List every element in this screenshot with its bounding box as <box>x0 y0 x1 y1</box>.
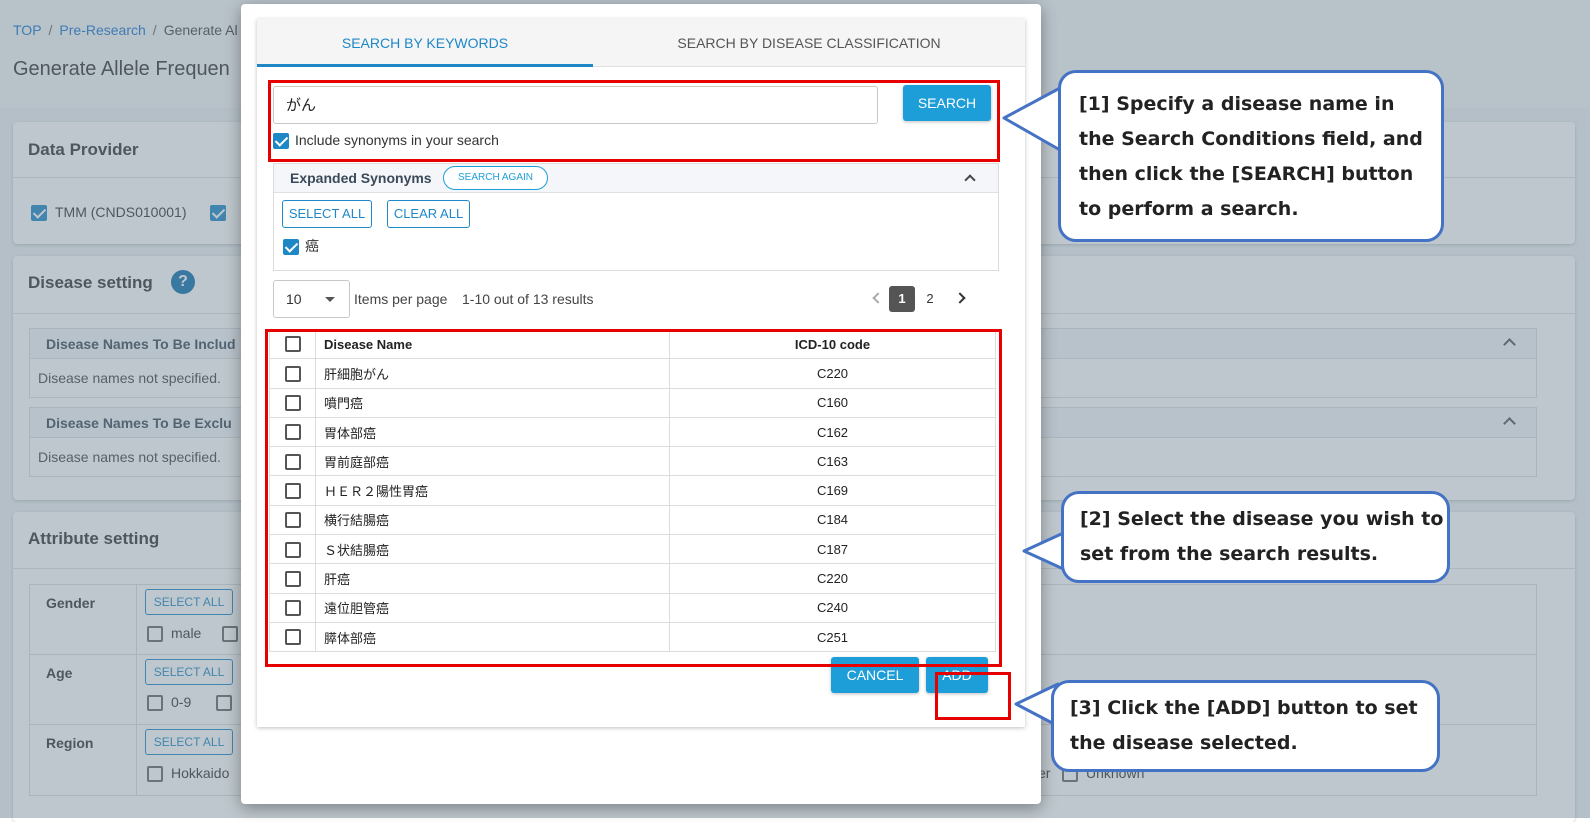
callout-3-line: the disease selected. <box>1070 732 1298 754</box>
checkbox-icon[interactable] <box>284 453 301 470</box>
checkbox-icon[interactable] <box>284 336 301 353</box>
include-synonyms-checkbox[interactable]: Include synonyms in your search <box>273 132 499 150</box>
table-row[interactable]: 胃体部癌 C162 <box>269 416 996 448</box>
checkbox-icon[interactable] <box>284 512 301 529</box>
disease-name-cell: 肝細胞がん <box>315 358 670 389</box>
icd10-code-cell: C184 <box>669 504 996 536</box>
checkbox-icon[interactable] <box>284 365 301 382</box>
row-select-cell[interactable] <box>269 621 316 653</box>
callout-step-3: [3] Click the [ADD] button to set the di… <box>1051 680 1440 772</box>
disease-name-cell: 横行結腸癌 <box>315 504 670 536</box>
disease-name-cell: 胃前庭部癌 <box>315 446 670 477</box>
callout-1-line: [1] Specify a disease name in <box>1079 93 1395 115</box>
synonym-term[interactable]: 癌 <box>283 236 319 256</box>
table-row[interactable]: 遠位胆管癌 C240 <box>269 592 996 623</box>
disease-search-modal: SEARCH BY KEYWORDS SEARCH BY DISEASE CLA… <box>257 19 1025 727</box>
checkbox-checked-icon[interactable] <box>283 239 299 255</box>
results-range-text: 1-10 out of 13 results <box>462 291 594 307</box>
icd10-code-cell: C160 <box>669 387 996 418</box>
checkbox-icon[interactable] <box>284 600 301 617</box>
checkbox-icon[interactable] <box>284 629 301 646</box>
callout-1-line: the Search Conditions field, and <box>1079 128 1423 150</box>
checkbox-checked-icon[interactable] <box>273 133 289 150</box>
icd10-code-cell: C169 <box>669 475 996 506</box>
checkbox-icon[interactable] <box>284 482 301 499</box>
dropdown-arrow-icon <box>325 297 335 302</box>
page-2-button[interactable]: 2 <box>917 286 943 312</box>
select-all-rows-cell[interactable] <box>269 328 316 360</box>
checkbox-icon[interactable] <box>284 424 301 441</box>
row-select-cell[interactable] <box>269 592 316 623</box>
disease-name-cell: 胃体部癌 <box>315 416 670 448</box>
synonyms-clear-all-button[interactable]: CLEAR ALL <box>387 200 470 228</box>
include-synonyms-label: Include synonyms in your search <box>295 132 499 148</box>
table-row[interactable]: ＨＥＲ２陽性胃癌 C169 <box>269 475 996 506</box>
row-select-cell[interactable] <box>269 446 316 477</box>
next-page-icon[interactable] <box>954 292 966 304</box>
active-tab-indicator <box>257 64 593 67</box>
row-select-cell[interactable] <box>269 563 316 594</box>
callout-2-line: [2] Select the disease you wish to <box>1080 508 1444 530</box>
callout-2-line: set from the search results. <box>1080 543 1379 565</box>
page-1-button[interactable]: 1 <box>889 286 915 312</box>
row-select-cell[interactable] <box>269 358 316 389</box>
callout-step-2: [2] Select the disease you wish to set f… <box>1061 491 1450 583</box>
tab-search-by-keywords[interactable]: SEARCH BY KEYWORDS <box>257 19 593 67</box>
callout-1-line: then click the [SEARCH] button <box>1079 163 1414 185</box>
icd10-code-cell: C162 <box>669 416 996 448</box>
checkbox-icon[interactable] <box>284 570 301 587</box>
add-button[interactable]: ADD <box>926 657 988 693</box>
expanded-synonyms-panel: Expanded Synonyms SEARCH AGAIN SELECT AL… <box>273 163 999 271</box>
disease-name-cell: ＨＥＲ２陽性胃癌 <box>315 475 670 506</box>
checkbox-icon[interactable] <box>284 395 301 412</box>
icd10-code-cell: C163 <box>669 446 996 477</box>
callout-step-1: [1] Specify a disease name in the Search… <box>1058 70 1444 242</box>
icd10-code-cell: C220 <box>669 563 996 594</box>
items-per-page-label: Items per page <box>354 291 448 307</box>
icd10-code-cell: C251 <box>669 621 996 653</box>
table-header-row: Disease Name ICD-10 code <box>269 328 996 360</box>
table-row[interactable]: 肝癌 C220 <box>269 563 996 594</box>
icd10-code-cell: C240 <box>669 592 996 623</box>
disease-name-cell: 遠位胆管癌 <box>315 592 670 623</box>
icd10-code-cell: C220 <box>669 358 996 389</box>
cancel-button[interactable]: CANCEL <box>831 657 919 693</box>
disease-name-cell: Ｓ状結腸癌 <box>315 534 670 565</box>
row-select-cell[interactable] <box>269 416 316 448</box>
table-row[interactable]: 膵体部癌 C251 <box>269 621 996 653</box>
tab-search-by-classification[interactable]: SEARCH BY DISEASE CLASSIFICATION <box>593 19 1025 67</box>
table-row[interactable]: Ｓ状結腸癌 C187 <box>269 534 996 565</box>
table-row[interactable]: 胃前庭部癌 C163 <box>269 446 996 477</box>
table-row[interactable]: 横行結腸癌 C184 <box>269 504 996 536</box>
icd10-code-cell: C187 <box>669 534 996 565</box>
expanded-synonyms-header: Expanded Synonyms SEARCH AGAIN <box>274 164 998 193</box>
table-row[interactable]: 噴門癌 C160 <box>269 387 996 418</box>
items-per-page-select[interactable]: 10 <box>273 280 350 318</box>
disease-name-cell: 噴門癌 <box>315 387 670 418</box>
synonyms-select-all-button[interactable]: SELECT ALL <box>282 200 372 228</box>
checkbox-icon[interactable] <box>284 541 301 558</box>
row-select-cell[interactable] <box>269 475 316 506</box>
table-row[interactable]: 肝細胞がん C220 <box>269 358 996 389</box>
search-input[interactable]: がん <box>273 86 878 124</box>
tab-bar: SEARCH BY KEYWORDS SEARCH BY DISEASE CLA… <box>257 19 1025 67</box>
results-table: Disease Name ICD-10 code 肝細胞がん C220 噴門癌 C16… <box>269 328 996 653</box>
collapse-icon[interactable] <box>964 174 976 186</box>
previous-page-icon[interactable] <box>872 292 884 304</box>
row-select-cell[interactable] <box>269 534 316 565</box>
disease-name-cell: 膵体部癌 <box>315 621 670 653</box>
disease-name-cell: 肝癌 <box>315 563 670 594</box>
search-button[interactable]: SEARCH <box>903 85 991 121</box>
col-icd10-code: ICD-10 code <box>669 328 996 360</box>
row-select-cell[interactable] <box>269 387 316 418</box>
callout-3-line: [3] Click the [ADD] button to set <box>1070 697 1418 719</box>
expanded-synonyms-title: Expanded Synonyms <box>290 170 432 186</box>
search-again-button[interactable]: SEARCH AGAIN <box>443 166 548 190</box>
row-select-cell[interactable] <box>269 504 316 536</box>
callout-1-line: to perform a search. <box>1079 198 1299 220</box>
col-disease-name: Disease Name <box>315 328 670 360</box>
